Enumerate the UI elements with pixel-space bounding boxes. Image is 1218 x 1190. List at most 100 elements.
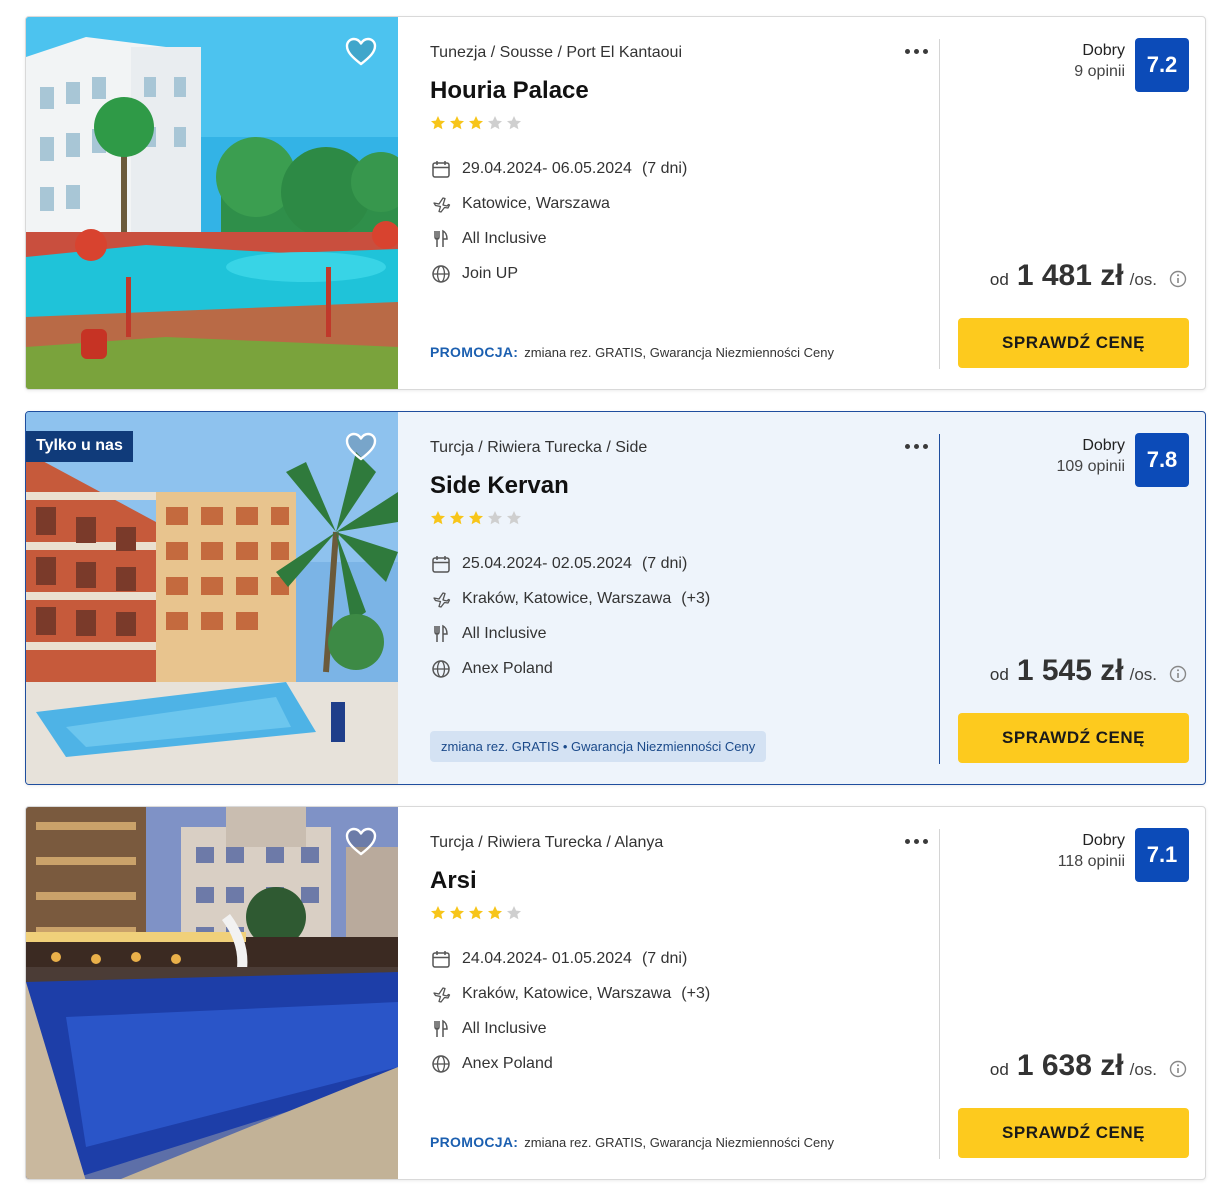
star-filled-icon [431,116,445,130]
hotel-location[interactable]: Turcja / Riwiera Turecka / Alanya [430,834,663,852]
calendar-icon [430,948,452,970]
price-block: od 1 545 zł /os. [990,654,1187,688]
rating-label: Dobry [1082,832,1125,849]
exclusive-badge: Tylko u nas [26,431,133,462]
price-prefix: od [989,665,1009,684]
offer-card[interactable]: Tylko u nas Turcja / Riwiera Turecka / S… [25,411,1206,785]
star-filled-icon [450,906,464,920]
star-rating [430,510,522,526]
more-dots-icon[interactable] [896,39,936,63]
travel-dates: 29.04.2024- 06.05.2024 [462,159,632,177]
price-amount: 1 638 zł [1016,1049,1124,1082]
dates-row: 25.04.2024- 02.05.2024 (7 dni) [430,546,710,581]
dates-row: 29.04.2024- 06.05.2024 (7 dni) [430,151,687,186]
travel-dates: 24.04.2024- 01.05.2024 [462,949,632,967]
price-prefix: od [989,270,1009,289]
promo-label: PROMOCJA: [430,344,519,360]
travel-duration: (7 dni) [641,159,688,177]
info-circle-icon[interactable] [1169,270,1187,288]
favorite-heart-icon[interactable] [344,35,378,69]
more-dots-icon[interactable] [896,434,936,458]
score-badge: 7.1 [1135,828,1189,882]
board-row: All Inclusive [430,1011,710,1046]
calendar-icon [430,553,452,575]
promo-line: PROMOCJA: zmiana rez. GRATIS, Gwarancja N… [430,1134,834,1150]
departure-extra[interactable]: (+3) [681,985,710,1003]
operator-row: Anex Poland [430,1046,710,1081]
offer-list: Tunezja / Sousse / Port El Kantaoui Hour… [0,0,1218,1190]
star-filled-icon [431,511,445,525]
check-price-button[interactable]: SPRAWDŹ CENĘ [958,713,1189,763]
travel-duration: (7 dni) [641,554,688,572]
promo-label: PROMOCJA: [430,1134,519,1150]
plane-icon [430,983,452,1005]
board-row: All Inclusive [430,616,710,651]
globe-icon [430,1053,452,1075]
offer-card[interactable]: Tunezja / Sousse / Port El Kantaoui Hour… [25,16,1206,390]
price-prefix: od [989,1060,1009,1079]
hotel-location[interactable]: Turcja / Riwiera Turecka / Side [430,439,647,457]
hotel-name[interactable]: Arsi [430,867,477,895]
departure-row: Kraków, Katowice, Warszawa (+3) [430,581,710,616]
cutlery-icon [430,1018,452,1040]
offer-details: 29.04.2024- 06.05.2024 (7 dni) Katowice,… [430,151,687,291]
globe-icon [430,263,452,285]
rating-label: Dobry [1082,42,1125,59]
review-count[interactable]: 9 opinii [1074,61,1125,83]
favorite-heart-icon[interactable] [344,430,378,464]
hotel-location[interactable]: Tunezja / Sousse / Port El Kantaoui [430,44,682,62]
promo-text: zmiana rez. GRATIS, Gwarancja Niezmienno… [524,345,834,360]
more-dots-icon[interactable] [896,829,936,853]
favorite-heart-icon[interactable] [344,825,378,859]
rating-label: Dobry [1082,437,1125,454]
operator-row: Anex Poland [430,651,710,686]
hotel-photo[interactable]: Tylko u nas [26,412,398,784]
dates-row: 24.04.2024- 01.05.2024 (7 dni) [430,941,710,976]
price-suffix: /os. [1129,270,1157,289]
divider [939,829,940,1159]
promo-line: PROMOCJA: zmiana rez. GRATIS, Gwarancja N… [430,344,834,360]
promo-text: zmiana rez. GRATIS, Gwarancja Niezmienno… [524,1135,834,1150]
review-rating[interactable]: Dobry 9 opinii 7.2 [1074,38,1189,92]
star-empty-icon [488,511,502,525]
review-rating[interactable]: Dobry 109 opinii 7.8 [1057,433,1189,487]
review-rating[interactable]: Dobry 118 opinii 7.1 [1058,828,1189,882]
check-price-button[interactable]: SPRAWDŹ CENĘ [958,318,1189,368]
operator-row: Join UP [430,256,687,291]
review-count[interactable]: 118 opinii [1058,851,1125,873]
hotel-name[interactable]: Houria Palace [430,77,589,105]
departure-extra[interactable]: (+3) [681,590,710,608]
plane-icon [430,588,452,610]
offer-card[interactable]: Turcja / Riwiera Turecka / Alanya Arsi 2… [25,806,1206,1180]
hotel-photo[interactable] [26,17,398,389]
globe-icon [430,658,452,680]
hotel-photo[interactable] [26,807,398,1179]
star-empty-icon [507,511,521,525]
hotel-name[interactable]: Side Kervan [430,472,569,500]
star-filled-icon [488,906,502,920]
star-filled-icon [469,116,483,130]
offer-details: 24.04.2024- 01.05.2024 (7 dni) Kraków, K… [430,941,710,1081]
tour-operator: Anex Poland [462,1054,553,1072]
star-empty-icon [507,906,521,920]
departure-cities: Katowice, Warszawa [462,194,610,212]
promo-pill: zmiana rez. GRATIS • Gwarancja Niezmienn… [430,731,767,762]
info-circle-icon[interactable] [1169,665,1187,683]
board-type: All Inclusive [462,1019,547,1037]
check-price-button[interactable]: SPRAWDŹ CENĘ [958,1108,1189,1158]
travel-duration: (7 dni) [641,949,688,967]
board-type: All Inclusive [462,229,547,247]
star-filled-icon [431,906,445,920]
divider [939,39,940,369]
cutlery-icon [430,228,452,250]
tour-operator: Join UP [462,264,519,282]
star-rating [430,115,522,131]
departure-cities: Kraków, Katowice, Warszawa [462,589,672,607]
board-type: All Inclusive [462,624,547,642]
review-count[interactable]: 109 opinii [1057,456,1126,478]
star-filled-icon [450,511,464,525]
offer-info: Tunezja / Sousse / Port El Kantaoui Hour… [430,17,942,389]
info-circle-icon[interactable] [1169,1060,1187,1078]
tour-operator: Anex Poland [462,659,553,677]
price-amount: 1 545 zł [1016,654,1124,687]
